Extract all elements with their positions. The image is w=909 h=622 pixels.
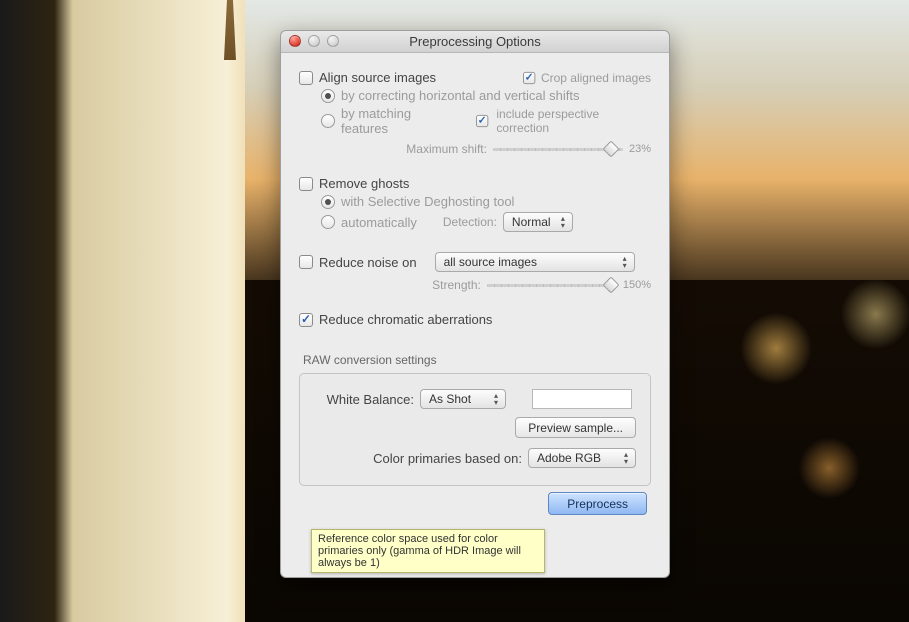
ghosts-detection-select[interactable]: Normal ▴▾ bbox=[503, 212, 573, 232]
primaries-label: Color primaries based on: bbox=[314, 451, 522, 466]
ghosts-mode-auto-radio[interactable] bbox=[321, 215, 335, 229]
ghosts-label: Remove ghosts bbox=[319, 176, 409, 191]
max-shift-label: Maximum shift: bbox=[406, 142, 487, 156]
raw-section-title: RAW conversion settings bbox=[303, 353, 651, 367]
window-content: Align source images Crop aligned images … bbox=[281, 53, 669, 529]
noise-strength-slider[interactable] bbox=[487, 278, 617, 292]
traffic-lights bbox=[289, 35, 339, 47]
max-shift-value: 23% bbox=[629, 143, 651, 155]
tooltip-text: Reference color space used for color pri… bbox=[318, 533, 521, 569]
wb-custom-input[interactable] bbox=[532, 389, 632, 409]
ghosts-mode-selective-label: with Selective Deghosting tool bbox=[341, 194, 514, 209]
section-noise: Reduce noise on all source images ▴▾ Str… bbox=[299, 252, 651, 292]
footer-buttons: Cancel Preprocess bbox=[299, 492, 651, 515]
ghosts-detection-label: Detection: bbox=[443, 215, 497, 229]
chevron-updown-icon: ▴▾ bbox=[621, 255, 629, 269]
section-align: Align source images Crop aligned images … bbox=[299, 70, 651, 156]
align-mode-shifts-label: by correcting horizontal and vertical sh… bbox=[341, 88, 579, 103]
preview-sample-label: Preview sample... bbox=[528, 421, 623, 435]
section-raw: RAW conversion settings White Balance: A… bbox=[299, 353, 651, 486]
chevron-updown-icon: ▴▾ bbox=[622, 451, 630, 465]
section-ca: Reduce chromatic aberrations bbox=[299, 312, 651, 327]
window-title: Preprocessing Options bbox=[409, 34, 541, 49]
tooltip: Reference color space used for color pri… bbox=[311, 529, 545, 573]
align-label: Align source images bbox=[319, 70, 436, 85]
preprocess-label: Preprocess bbox=[567, 497, 628, 511]
noise-target-select[interactable]: all source images ▴▾ bbox=[435, 252, 635, 272]
ghosts-mode-selective-radio[interactable] bbox=[321, 195, 335, 209]
section-ghosts: Remove ghosts with Selective Deghosting … bbox=[299, 176, 651, 232]
crop-aligned-checkbox[interactable] bbox=[523, 71, 535, 83]
minimize-icon[interactable] bbox=[308, 35, 320, 47]
chevron-updown-icon: ▴▾ bbox=[492, 392, 500, 406]
max-shift-slider[interactable] bbox=[493, 142, 623, 156]
perspective-checkbox[interactable] bbox=[476, 115, 488, 127]
preview-sample-button[interactable]: Preview sample... bbox=[515, 417, 636, 438]
preprocess-button[interactable]: Preprocess bbox=[548, 492, 647, 515]
close-icon[interactable] bbox=[289, 35, 301, 47]
wb-select[interactable]: As Shot ▴▾ bbox=[420, 389, 506, 409]
raw-fieldset: White Balance: As Shot ▴▾ Preview sample… bbox=[299, 373, 651, 486]
noise-strength-label: Strength: bbox=[432, 278, 481, 292]
align-mode-features-label: by matching features bbox=[341, 106, 459, 136]
ghosts-checkbox[interactable] bbox=[299, 177, 313, 191]
ca-checkbox[interactable] bbox=[299, 313, 313, 327]
wb-label: White Balance: bbox=[314, 392, 414, 407]
noise-label: Reduce noise on bbox=[319, 255, 417, 270]
noise-target-value: all source images bbox=[444, 255, 537, 269]
align-mode-features-radio[interactable] bbox=[321, 114, 335, 128]
ca-label: Reduce chromatic aberrations bbox=[319, 312, 492, 327]
wb-value: As Shot bbox=[429, 392, 471, 406]
titlebar[interactable]: Preprocessing Options bbox=[281, 31, 669, 53]
align-checkbox[interactable] bbox=[299, 71, 313, 85]
perspective-label: include perspective correction bbox=[496, 107, 651, 135]
ghosts-detection-value: Normal bbox=[512, 215, 551, 229]
noise-checkbox[interactable] bbox=[299, 255, 313, 269]
align-mode-shifts-radio[interactable] bbox=[321, 89, 335, 103]
chevron-updown-icon: ▴▾ bbox=[559, 215, 567, 229]
primaries-select[interactable]: Adobe RGB ▴▾ bbox=[528, 448, 636, 468]
noise-strength-value: 150% bbox=[623, 279, 651, 291]
primaries-value: Adobe RGB bbox=[537, 451, 601, 465]
zoom-icon[interactable] bbox=[327, 35, 339, 47]
crop-aligned-label: Crop aligned images bbox=[541, 71, 651, 85]
ghosts-mode-auto-label: automatically bbox=[341, 215, 417, 230]
preprocessing-options-window: Preprocessing Options Align source image… bbox=[280, 30, 670, 578]
